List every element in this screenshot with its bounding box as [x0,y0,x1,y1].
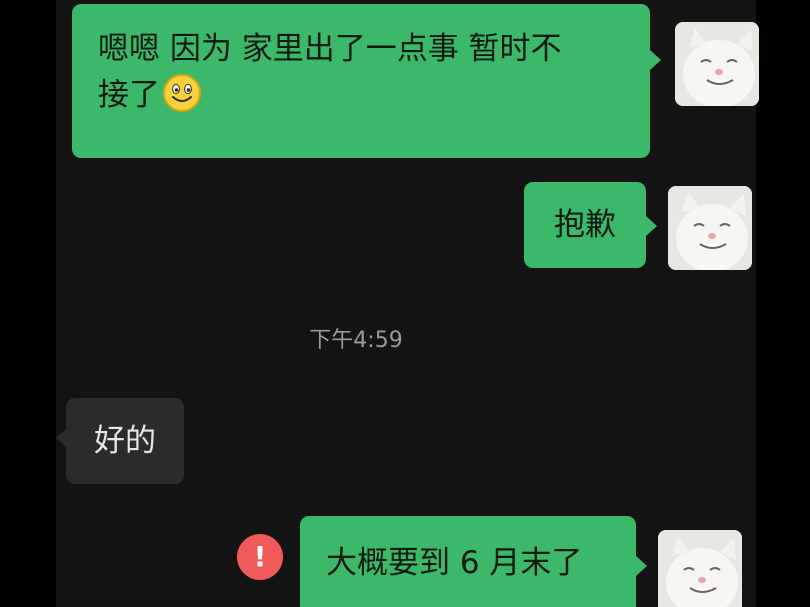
message-timestamp: 下午4:59 [309,328,403,353]
message-1-line-2-text: 接了 [98,77,160,113]
message-4-text: 大概要到 6 月末了 [326,545,583,581]
message-bubble-1[interactable]: 嗯嗯 因为 家里出了一点事 暂时不 接了 [72,4,650,158]
message-1-tail [650,50,661,70]
chat-screen: 嗯嗯 因为 家里出了一点事 暂时不 接了 抱歉 下午4:59 好的 ! 大概要到… [0,0,810,607]
error-mark: ! [253,540,267,573]
message-bubble-2[interactable]: 抱歉 [524,182,646,268]
message-bubble-3[interactable]: 好的 [66,398,184,484]
message-3-text: 好的 [94,423,156,459]
message-bubble-4[interactable]: 大概要到 6 月末了 [300,516,636,607]
avatar-3[interactable] [658,530,742,607]
send-failed-error-icon[interactable]: ! [237,534,283,580]
message-2-text: 抱歉 [554,207,616,243]
avatar-2[interactable] [668,186,752,270]
chat-panel: 嗯嗯 因为 家里出了一点事 暂时不 接了 抱歉 下午4:59 好的 ! 大概要到… [56,0,759,607]
smile-emoji-icon [163,74,201,112]
avatar-1[interactable] [675,22,759,106]
message-1-line-2: 接了 [98,72,624,118]
white-cat-avatar-icon [668,186,752,270]
white-cat-avatar-icon [675,22,759,106]
white-cat-avatar-icon [658,530,742,607]
message-4-tail [636,556,647,576]
message-2-tail [646,216,657,236]
message-1-line-1: 嗯嗯 因为 家里出了一点事 暂时不 [98,31,562,67]
